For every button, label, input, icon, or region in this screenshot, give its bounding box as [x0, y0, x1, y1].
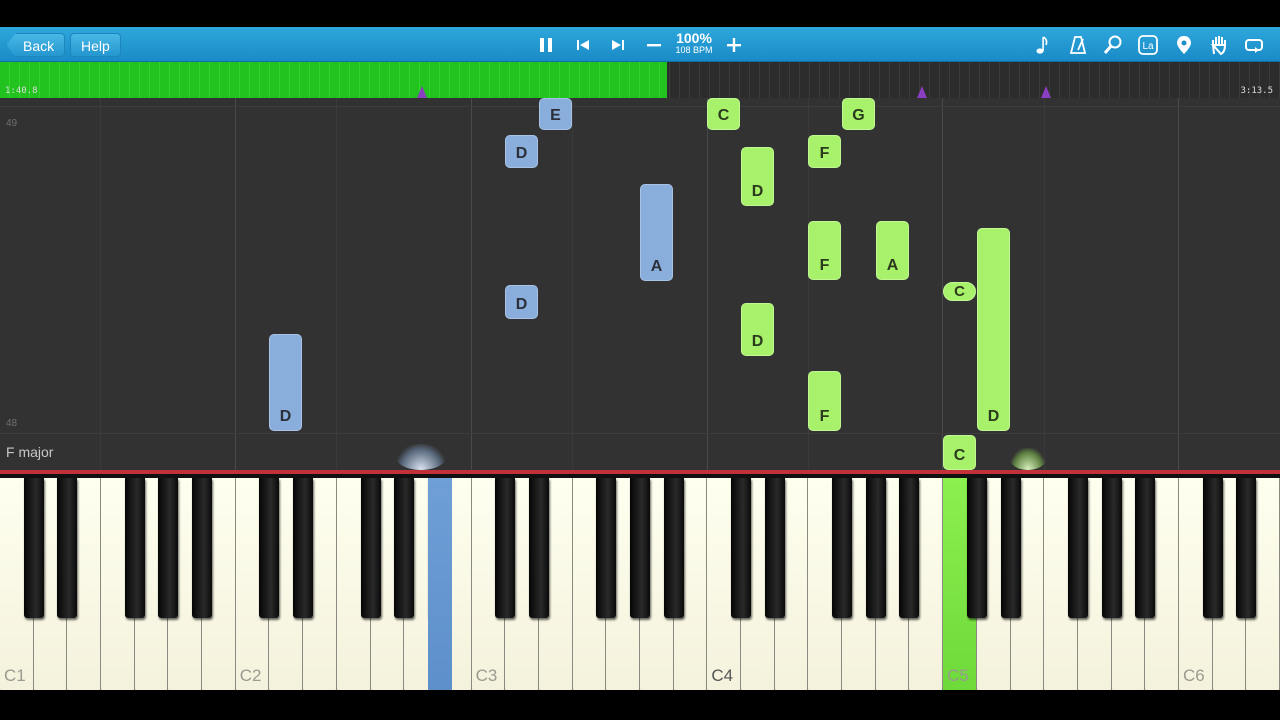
- hand-icon[interactable]: [1206, 32, 1232, 58]
- current-time: 1:40.8: [5, 86, 38, 96]
- black-key[interactable]: [259, 478, 280, 618]
- falling-note: D: [505, 135, 538, 168]
- music-note-icon[interactable]: [1029, 32, 1055, 58]
- black-key[interactable]: [1101, 478, 1122, 618]
- black-key[interactable]: [360, 478, 381, 618]
- location-pin-icon[interactable]: [1171, 32, 1197, 58]
- key-label-text: La: [1142, 41, 1154, 52]
- black-key[interactable]: [899, 478, 920, 618]
- falling-note: C: [943, 435, 976, 470]
- held-key-left: [427, 478, 452, 692]
- octave-label: C5: [947, 666, 969, 685]
- timeline-marker[interactable]: [1040, 86, 1051, 98]
- speed-display: 100% 108 BPM: [672, 31, 716, 56]
- hit-glow: [1010, 448, 1046, 470]
- note-roll: 49 48 F major E D A D D C D D G F F F A …: [0, 98, 1280, 470]
- black-key[interactable]: [1000, 478, 1021, 618]
- octave-label: C6: [1182, 666, 1205, 685]
- speed-bpm: 108 BPM: [675, 45, 713, 55]
- black-key[interactable]: [764, 478, 785, 618]
- black-key[interactable]: [731, 478, 752, 618]
- falling-note: D: [741, 303, 774, 356]
- black-key[interactable]: [1202, 478, 1223, 618]
- plus-icon[interactable]: [721, 32, 747, 58]
- black-key[interactable]: [124, 478, 145, 618]
- octave-label: C3: [475, 666, 498, 685]
- toolbar: Back Help 100% 108 BPM La: [0, 27, 1280, 62]
- black-key[interactable]: [663, 478, 684, 618]
- hit-glow: [396, 444, 446, 470]
- measure-number: 48: [6, 418, 18, 429]
- back-button[interactable]: Back: [6, 33, 66, 57]
- falling-note: D: [269, 334, 302, 431]
- black-key[interactable]: [192, 478, 213, 618]
- falling-note: A: [640, 184, 673, 281]
- octave-label: C4: [711, 666, 734, 685]
- falling-note: F: [808, 221, 841, 280]
- letterbox-top: [0, 0, 1280, 27]
- minus-icon[interactable]: [641, 32, 667, 58]
- timeline-progress: [0, 62, 667, 98]
- total-time: 3:13.5: [1240, 86, 1273, 96]
- black-key[interactable]: [394, 478, 415, 618]
- falling-note: C: [707, 98, 740, 130]
- black-key[interactable]: [528, 478, 549, 618]
- piano-keyboard[interactable]: C1 C2 C3 C4 C5 C6: [0, 470, 1280, 692]
- black-key[interactable]: [23, 478, 44, 618]
- pause-icon[interactable]: [533, 32, 559, 58]
- falling-note: C: [943, 282, 976, 301]
- skip-back-icon[interactable]: [570, 32, 596, 58]
- measure-number: 49: [6, 118, 18, 129]
- octave-label: C1: [4, 666, 26, 685]
- black-key[interactable]: [495, 478, 516, 618]
- loop-icon[interactable]: [1241, 32, 1267, 58]
- falling-note: D: [505, 285, 538, 319]
- timeline-marker[interactable]: [916, 86, 927, 98]
- black-key[interactable]: [596, 478, 617, 618]
- black-key[interactable]: [630, 478, 650, 618]
- black-key[interactable]: [57, 478, 78, 618]
- letterbox-bottom: [0, 690, 1280, 720]
- key-signature: F major: [6, 444, 54, 460]
- black-key[interactable]: [1135, 478, 1156, 618]
- black-key[interactable]: [832, 478, 853, 618]
- falling-note: F: [808, 135, 841, 168]
- falling-note: F: [808, 371, 841, 431]
- skip-forward-icon[interactable]: [605, 32, 631, 58]
- black-key[interactable]: [1236, 478, 1257, 618]
- octave-label: C2: [239, 666, 262, 685]
- falling-note: A: [876, 221, 909, 280]
- timeline-scrubber[interactable]: 1:40.8 3:13.5: [0, 62, 1280, 98]
- speed-percent: 100%: [676, 30, 712, 46]
- metronome-icon[interactable]: [1065, 32, 1091, 58]
- falling-note: E: [539, 98, 572, 130]
- falling-note: D: [741, 147, 774, 206]
- key-label-icon[interactable]: La: [1135, 32, 1161, 58]
- black-key[interactable]: [966, 478, 987, 618]
- black-key[interactable]: [158, 478, 179, 618]
- zoom-icon[interactable]: [1100, 32, 1126, 58]
- timeline-marker[interactable]: [417, 86, 428, 98]
- falling-note: D: [977, 228, 1010, 431]
- help-button[interactable]: Help: [70, 33, 121, 57]
- black-key[interactable]: [293, 478, 314, 618]
- black-key[interactable]: [1067, 478, 1088, 618]
- black-key[interactable]: [865, 478, 886, 618]
- falling-note: G: [842, 98, 875, 130]
